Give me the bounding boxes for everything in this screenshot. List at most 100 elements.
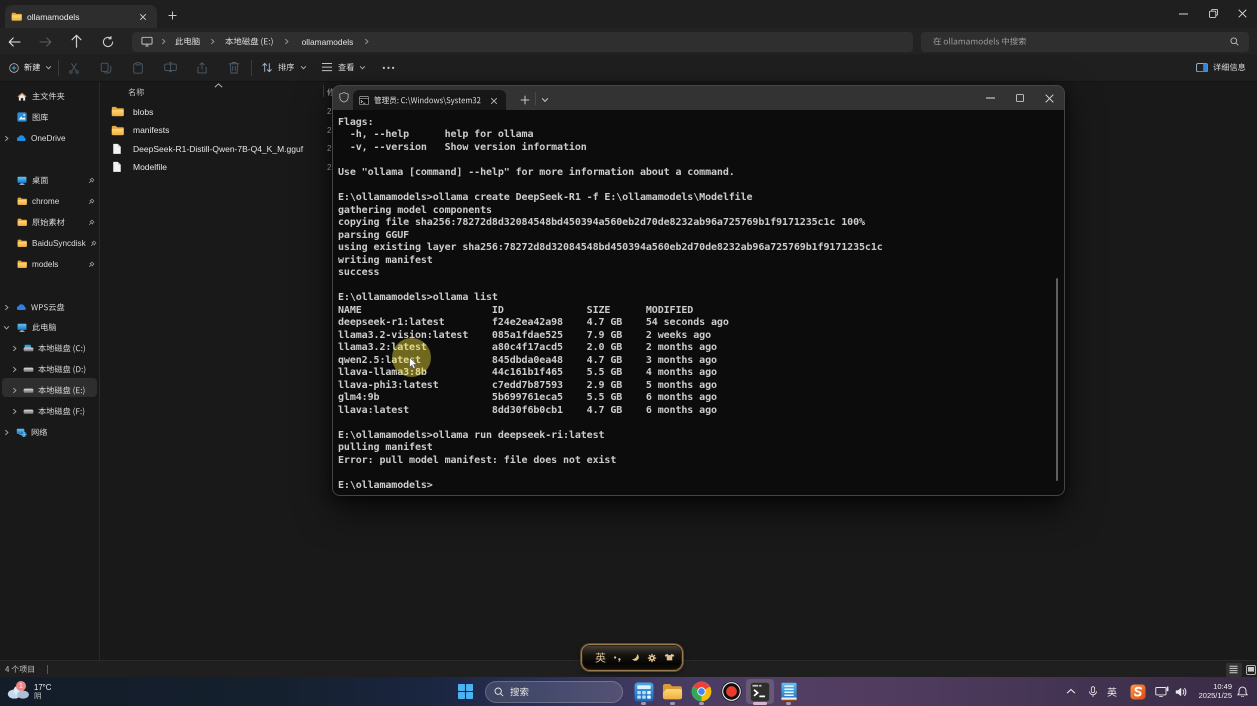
terminal-content[interactable]: Flags: -h, --help help for ollama -v, --…	[333, 110, 1064, 495]
terminal-minimize-button[interactable]	[976, 86, 1005, 110]
sidebar-item-onedrive[interactable]: OneDrive	[0, 128, 99, 148]
file-modified-date: 2	[327, 107, 332, 116]
rename-button[interactable]	[157, 62, 183, 72]
ime-punctuation-icon[interactable]	[613, 655, 622, 663]
delete-button[interactable]	[221, 61, 247, 74]
chrome-icon	[691, 681, 712, 702]
taskbar-app-terminal[interactable]	[749, 680, 772, 703]
terminal-maximize-button[interactable]	[1005, 86, 1034, 110]
sidebar-item-network[interactable]	[0, 423, 99, 443]
copy-button[interactable]	[93, 62, 119, 74]
tab-close-icon[interactable]	[139, 13, 147, 21]
pin-icon	[88, 177, 95, 184]
details-view-button[interactable]	[1226, 663, 1242, 677]
sidebar-item-drive-f[interactable]	[0, 402, 99, 422]
file-modified-date: 2	[327, 126, 332, 135]
column-divider[interactable]	[323, 85, 324, 97]
sidebar-item-baidusyncdisk[interactable]: BaiduSyncdisk	[0, 233, 99, 253]
sidebar-item-gallery[interactable]	[0, 107, 99, 127]
sidebar-item-label: chrome	[32, 197, 59, 206]
sidebar-item-label	[32, 92, 65, 100]
terminal-scrollbar[interactable]	[1056, 278, 1059, 481]
tray-speaker-icon[interactable]	[1172, 681, 1190, 702]
start-button[interactable]	[450, 677, 480, 706]
tray-notification-bell[interactable]	[1233, 681, 1251, 702]
thumbnail-view-icon	[1246, 665, 1256, 675]
sidebar-item-chrome-folder[interactable]: chrome	[0, 192, 99, 212]
terminal-tab[interactable]	[353, 90, 506, 111]
cut-button[interactable]	[61, 62, 87, 74]
taskbar-app-chrome[interactable]	[690, 680, 713, 703]
tray-clock[interactable]: 10:49 2025/1/25	[1192, 682, 1232, 702]
taskbar-app-recorder[interactable]	[720, 680, 743, 703]
details-view-icon	[1229, 665, 1238, 674]
window-restore-button[interactable]	[1198, 0, 1228, 27]
window-close-button[interactable]	[1228, 0, 1257, 27]
sidebar-item-drive-e[interactable]	[0, 381, 99, 401]
taskbar-app-calculator[interactable]	[632, 680, 655, 703]
new-tab-button[interactable]	[168, 11, 177, 20]
explorer-tab[interactable]: ollamamodels	[5, 5, 157, 28]
tray-display-icon[interactable]	[1152, 681, 1172, 702]
new-button[interactable]	[9, 63, 52, 73]
ime-skin-shirt-icon[interactable]	[664, 653, 675, 661]
thumbnail-view-button[interactable]	[1244, 663, 1257, 677]
pin-icon	[88, 261, 95, 268]
more-options-button[interactable]	[376, 66, 400, 70]
share-button[interactable]	[189, 62, 215, 74]
nav-back-button[interactable]	[4, 31, 25, 52]
address-bar[interactable]: ollamamodels	[132, 32, 913, 52]
terminal-window: Flags: -h, --help help for ollama -v, --…	[332, 85, 1065, 496]
column-header-name[interactable]	[128, 85, 144, 99]
ime-mode-indicator[interactable]	[595, 652, 606, 663]
back-arrow-icon	[8, 37, 21, 47]
view-button[interactable]	[321, 62, 366, 72]
search-box[interactable]	[921, 32, 1249, 52]
nav-up-button[interactable]	[66, 31, 87, 52]
taskbar-search-box[interactable]	[485, 681, 623, 703]
breadcrumb-this-pc[interactable]	[175, 37, 200, 45]
weather-temp: 17°C	[34, 683, 51, 692]
sidebar-item-drive-d[interactable]	[0, 360, 99, 380]
sort-button[interactable]	[261, 62, 306, 73]
sidebar-item-desktop[interactable]	[0, 171, 99, 191]
file-name: DeepSeek-R1-Distill-Qwen-7B-Q4_K_M.gguf	[133, 144, 303, 154]
details-pane-button[interactable]	[1196, 63, 1246, 72]
weather-widget[interactable]: 1 17°C	[6, 677, 51, 706]
nav-refresh-button[interactable]	[97, 31, 118, 52]
sidebar-item-wps-cloud[interactable]	[0, 297, 99, 317]
nav-forward-button[interactable]	[35, 31, 56, 52]
sidebar-item-label	[38, 344, 86, 352]
paste-button[interactable]	[125, 62, 151, 74]
sidebar-item-models[interactable]: models	[0, 254, 99, 274]
sidebar-item-this-pc[interactable]	[0, 318, 99, 338]
chevron-right-icon	[3, 304, 10, 311]
tray-hidden-icons-chevron[interactable]	[1062, 681, 1080, 702]
terminal-dropdown-icon[interactable]	[541, 96, 549, 104]
chevron-up-icon	[1066, 688, 1076, 694]
network-icon	[16, 428, 27, 437]
breadcrumb-chevron-icon	[209, 38, 216, 45]
sidebar-item-drive-c[interactable]	[0, 339, 99, 359]
bell-icon	[1237, 686, 1248, 698]
sidebar-item-home[interactable]	[0, 87, 99, 107]
tray-microphone-icon[interactable]	[1084, 681, 1101, 702]
terminal-tab-close-icon[interactable]	[490, 97, 498, 105]
refresh-icon	[102, 36, 114, 48]
taskbar-app-notepad[interactable]	[777, 680, 800, 703]
ime-toolbar[interactable]	[581, 644, 683, 671]
tray-sogou-icon[interactable]	[1129, 683, 1146, 700]
calculator-icon	[634, 682, 654, 702]
sidebar-item-raw-materials[interactable]	[0, 212, 99, 232]
ime-settings-gear-icon[interactable]	[647, 653, 657, 663]
breadcrumb-drive-e[interactable]	[225, 37, 273, 45]
pin-icon	[90, 240, 97, 247]
taskbar-app-file-explorer[interactable]	[661, 680, 684, 703]
terminal-close-button[interactable]	[1034, 86, 1064, 110]
breadcrumb-folder[interactable]: ollamamodels	[302, 37, 354, 47]
window-minimize-button[interactable]	[1168, 0, 1198, 27]
terminal-new-tab-button[interactable]	[520, 95, 530, 105]
chevron-right-icon	[3, 429, 10, 436]
tray-ime-language[interactable]	[1107, 681, 1117, 702]
ime-fullwidth-moon-icon[interactable]	[631, 653, 640, 662]
